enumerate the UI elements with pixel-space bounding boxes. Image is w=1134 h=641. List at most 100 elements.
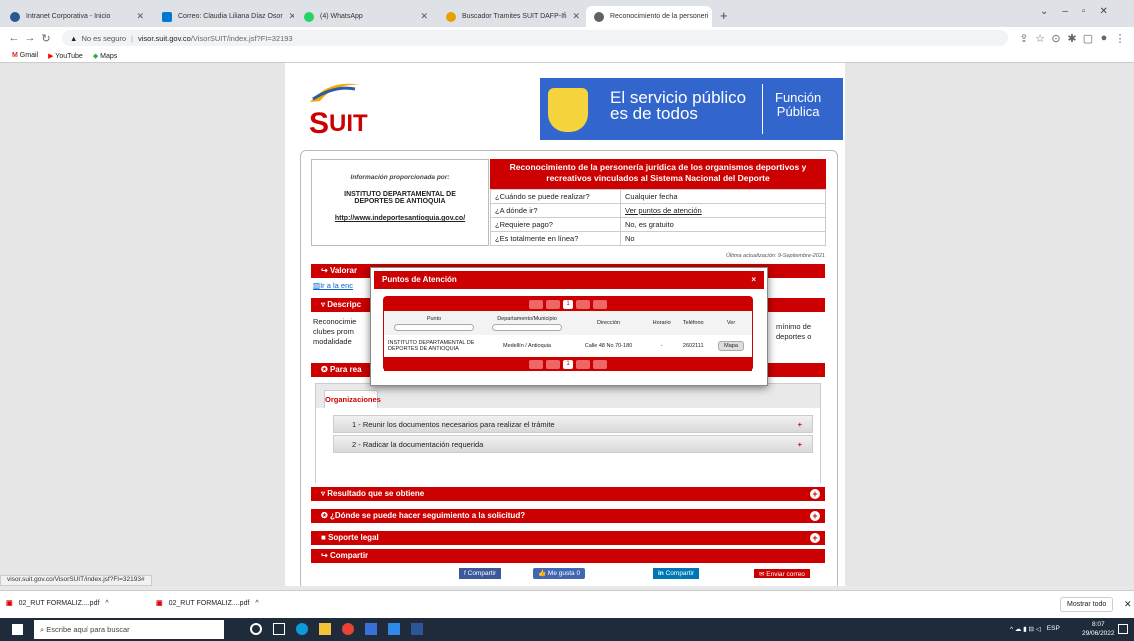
table-header-row: Punto Departamento/Municipio Dirección H… (384, 311, 752, 335)
bookmark-maps[interactable]: ◆ Maps (93, 52, 117, 60)
download-item[interactable]: ▣ 02_RUT FORMALIZ....pdf ^ (156, 599, 259, 608)
step-1[interactable]: 1 - Reunir los documentos necesarios par… (333, 415, 813, 433)
menu-icon[interactable]: ⋮ (1112, 32, 1128, 45)
bookmark-gmail[interactable]: M Gmail (12, 52, 38, 59)
next-page-button[interactable] (576, 299, 590, 309)
expand-icon[interactable]: + (810, 489, 820, 499)
section-label: Resultado que se obtiene (327, 489, 425, 498)
windows-start-icon[interactable] (12, 624, 23, 635)
word-icon[interactable] (411, 623, 423, 635)
last-page-button[interactable] (593, 299, 607, 309)
faq-question: ¿Es totalmente en línea? (490, 231, 621, 246)
file-explorer-icon[interactable] (319, 623, 331, 635)
circle-check-icon: ✪ (321, 511, 330, 520)
expand-icon[interactable]: + (810, 533, 820, 543)
show-all-button[interactable]: Mostrar todo (1060, 597, 1114, 612)
new-tab-button[interactable]: + (720, 8, 728, 23)
entity-name: INSTITUTO DEPARTAMENTAL DE DEPORTES DE A… (344, 191, 456, 205)
close-icon[interactable]: ✕ (1124, 599, 1132, 610)
chrome-icon[interactable] (342, 623, 354, 635)
entity-link[interactable]: http://www.indeportesantioquia.gov.co/ (312, 215, 488, 222)
page-number[interactable]: 1 (563, 299, 573, 309)
survey-link[interactable]: ▨Ir a la enc (313, 281, 353, 290)
description-text-left: Reconocimie clubes prom modalidade (313, 317, 356, 347)
resultado-header[interactable]: ▿ Resultado que se obtiene + (311, 487, 825, 501)
forward-icon[interactable]: → (22, 32, 38, 44)
youtube-icon: ▶ (48, 52, 54, 60)
cortana-icon[interactable] (250, 623, 262, 635)
clock-date: 29/06/2022 (1082, 630, 1115, 637)
teams-icon[interactable] (365, 623, 377, 635)
desc-line: mínimo de (776, 322, 812, 331)
chevron-up-icon[interactable]: ^ (105, 600, 108, 607)
close-icon[interactable]: × (751, 271, 756, 289)
tab-whatsapp[interactable]: (4) WhatsApp ✕ (296, 6, 436, 27)
facebook-like-button[interactable]: 👍 Me gusta 0 (533, 568, 586, 579)
button-label: Compartir (467, 570, 497, 577)
filter-depto-input[interactable] (492, 323, 562, 331)
page-number[interactable]: 1 (563, 359, 573, 369)
first-page-button[interactable] (529, 359, 543, 369)
profile-avatar[interactable]: ● (1096, 32, 1112, 44)
thumbs-up-icon: 👍 (538, 570, 548, 577)
taskbar-search[interactable]: ⌕ Escribe aquí para buscar (34, 620, 224, 639)
bookmark-star-icon[interactable]: ☆ (1032, 32, 1048, 45)
edge-icon[interactable] (296, 623, 308, 635)
facebook-share-button[interactable]: f Compartir (459, 568, 502, 579)
bookmarks-bar: M Gmail ▶ YouTube ◆ Maps (0, 49, 1134, 63)
outlook-favicon-icon (162, 11, 172, 22)
next-page-button[interactable] (576, 359, 590, 369)
close-tab-icon[interactable]: ✕ (283, 11, 294, 22)
seguimiento-header[interactable]: ✪ ¿Dónde se puede hacer seguimiento a la… (311, 509, 825, 523)
not-secure-label: No es seguro (81, 33, 127, 43)
task-view-icon[interactable] (273, 623, 285, 635)
share-icon[interactable]: ⇪ (1016, 32, 1032, 45)
tab-buscador[interactable]: Buscador Tramites SUIT DAFP-Ifi ✕ (438, 6, 584, 27)
step-2[interactable]: 2 - Radicar la documentación requerida + (333, 435, 813, 453)
button-label: Me gusta 0 (547, 570, 581, 577)
email-share-button[interactable]: ✉ Enviar correo (753, 568, 811, 579)
coat-of-arms-icon (548, 88, 588, 132)
tab-reconocimiento[interactable]: Reconocimiento de la personeri✕ (586, 6, 712, 27)
circle-check-icon: ✪ (321, 365, 330, 374)
prev-page-button[interactable] (546, 299, 560, 309)
download-item[interactable]: ▣ 02_RUT FORMALIZ....pdf ^ (6, 599, 109, 608)
tab-correo[interactable]: Correo: Claudia Liliana Díaz Osor ✕ (154, 6, 294, 27)
faq-answer[interactable]: Ver puntos de atención (620, 203, 826, 218)
puzzle-icon[interactable]: ✱ (1064, 32, 1080, 45)
faq-row: ¿Requiere pago? No, es gratuito (490, 217, 826, 232)
clock[interactable]: 8:07 29/06/2022 (1082, 620, 1115, 638)
mapa-button[interactable]: Mapa (718, 341, 744, 351)
first-page-button[interactable] (529, 299, 543, 309)
tab-intranet[interactable]: Intranet Corporativa - Inicio ✕ (2, 6, 152, 27)
prev-page-button[interactable] (546, 359, 560, 369)
extension-icon[interactable]: ⊙ (1048, 32, 1064, 45)
url-field[interactable]: ▲ No es seguro | visor.suit.gov.co /Viso… (62, 30, 1008, 46)
window-controls[interactable]: ⌄–▫✕ (1040, 6, 1122, 17)
tramite-title: Reconocimiento de la personería jurídica… (490, 159, 826, 189)
filter-punto-input[interactable] (394, 323, 474, 331)
notifications-icon[interactable] (1118, 624, 1128, 634)
expand-icon[interactable]: + (810, 511, 820, 521)
reload-icon[interactable]: ↻ (38, 32, 54, 45)
close-tab-icon[interactable]: ✕ (130, 11, 144, 22)
url-host: visor.suit.gov.co (138, 33, 191, 43)
close-tab-icon[interactable]: ✕ (708, 11, 712, 22)
soporte-header[interactable]: ■ Soporte legal + (311, 531, 825, 545)
close-tab-icon[interactable]: ✕ (567, 11, 581, 22)
banner-line: es de todos (610, 104, 698, 123)
banner-line: Pública (776, 104, 820, 119)
last-page-button[interactable] (593, 359, 607, 369)
system-tray[interactable]: ^ ☁ ▮ ⊟ ◁ ESP (1010, 625, 1060, 633)
app-icon[interactable] (388, 623, 400, 635)
linkedin-share-button[interactable]: in Compartir (653, 568, 700, 579)
sidepanel-icon[interactable]: ▢ (1080, 32, 1096, 45)
section-label: Valorar (329, 266, 358, 275)
bookmark-youtube[interactable]: ▶ YouTube (48, 52, 83, 60)
chevron-up-icon[interactable]: ^ (255, 600, 258, 607)
tab-title: Correo: Claudia Liliana Díaz Osor (178, 13, 283, 20)
close-tab-icon[interactable]: ✕ (414, 11, 428, 22)
tab-organizaciones[interactable]: Organizaciones (324, 390, 381, 408)
desc-line: deportes o (776, 332, 812, 341)
back-icon[interactable]: ← (6, 32, 22, 44)
